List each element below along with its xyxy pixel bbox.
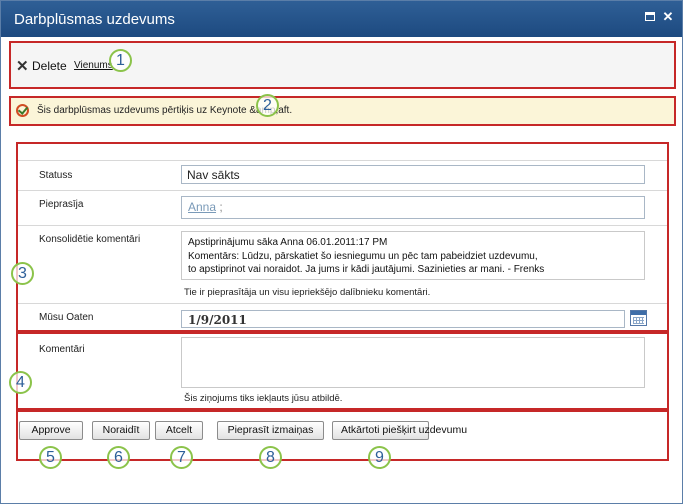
- callout-marker-6: 6: [107, 446, 130, 469]
- callout-marker-5: 5: [39, 446, 62, 469]
- close-icon[interactable]: ✕: [661, 10, 675, 24]
- callout-marker-3: 3: [11, 262, 34, 285]
- highlight-box-fields: [16, 142, 669, 332]
- workflow-task-dialog: Darbplūsmas uzdevums ✕ ✕ Delete Vienums …: [0, 0, 683, 504]
- callout-marker-7: 7: [170, 446, 193, 469]
- highlight-box-comments: [16, 332, 669, 410]
- callout-marker-4: 4: [9, 371, 32, 394]
- callout-marker-1: 1: [109, 49, 132, 72]
- callout-marker-2: 2: [256, 94, 279, 117]
- title-bar: Darbplūsmas uzdevums ✕: [1, 1, 682, 37]
- callout-marker-8: 8: [259, 446, 282, 469]
- callout-marker-9: 9: [368, 446, 391, 469]
- highlight-box-info: [9, 96, 676, 126]
- maximize-icon[interactable]: [643, 10, 657, 24]
- dialog-title: Darbplūsmas uzdevums: [14, 11, 175, 28]
